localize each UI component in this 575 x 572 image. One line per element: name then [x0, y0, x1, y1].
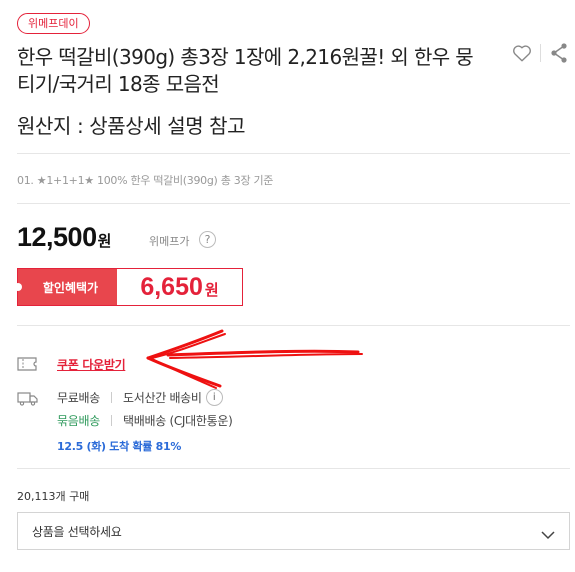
mountain-shipping-label: 도서산간 배송비 [122, 391, 202, 405]
heart-icon[interactable] [511, 42, 533, 64]
price-unit: 원 [97, 232, 112, 250]
help-icon[interactable]: ? [199, 231, 216, 248]
discount-dot [14, 283, 22, 291]
origin-info: 원산지 : 상품상세 설명 참고 [17, 114, 246, 138]
product-option-select[interactable]: 상품을 선택하세요 [17, 512, 570, 550]
info-icon[interactable]: i [205, 389, 223, 406]
discount-label: 할인혜택가 [42, 280, 99, 295]
truck-icon [17, 391, 38, 406]
select-placeholder: 상품을 선택하세요 [32, 524, 122, 539]
price: 12,500 원 [17, 222, 111, 253]
arrival-estimate: 12.5 (화) 도착 확률 81% [57, 440, 182, 453]
product-title: 한우 떡갈비(390g) 총3장 1장에 2,216원꿀! 외 한우 뭉티기/국… [17, 45, 474, 96]
chevron-down-icon [541, 525, 555, 540]
free-shipping-label: 무료배송 [57, 391, 100, 405]
discount-price-box: 할인혜택가 6,650 원 [14, 268, 243, 306]
icon-divider [540, 44, 541, 62]
carrier-label: 택배배송 (CJ대한통운) [122, 414, 233, 428]
bundle-shipping-label[interactable]: 묶음배송 [57, 412, 100, 429]
promo-badge: 위메프데이 [17, 13, 90, 34]
share-icon[interactable] [549, 42, 569, 64]
separator [110, 392, 112, 403]
price-amount: 12,500 [17, 222, 97, 252]
annotation-arrow [146, 329, 363, 389]
divider [17, 325, 570, 326]
discount-amount: 6,650 [140, 273, 203, 301]
divider [17, 468, 570, 469]
coupon-icon [17, 356, 37, 371]
shipping-row-bundle: 묶음배송 택배배송 (CJ대한통운) [57, 412, 233, 429]
separator [110, 415, 112, 426]
discount-value: 6,650 원 [117, 269, 242, 305]
divider [17, 153, 570, 154]
discount-label-area: 할인혜택가 [14, 269, 117, 305]
price-label: 위메프가 [149, 235, 190, 248]
coupon-download-link[interactable]: 쿠폰 다운받기 [57, 356, 126, 373]
purchase-count: 20,113개 구매 [17, 490, 90, 503]
divider [17, 203, 570, 204]
discount-unit: 원 [204, 281, 219, 299]
shipping-row-free: 무료배송 도서산간 배송비 i [57, 389, 223, 406]
option-summary: 01. ★1+1+1★ 100% 한우 떡갈비(390g) 총 3장 기준 [17, 174, 274, 187]
